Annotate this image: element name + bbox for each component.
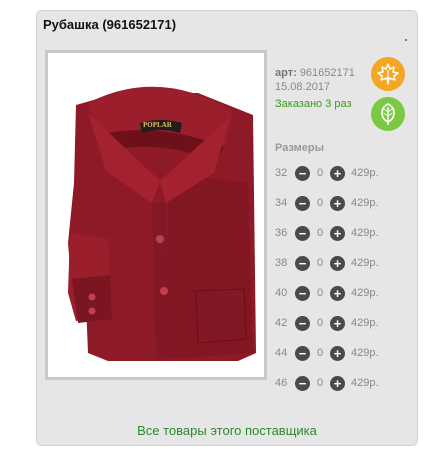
quantity-value: 0 <box>316 197 324 209</box>
size-row: 34 − 0 + 429р. <box>275 195 415 211</box>
sizes-heading: Размеры <box>275 142 325 154</box>
menu-dot <box>405 39 407 41</box>
size-price: 429р. <box>351 227 379 239</box>
minus-icon[interactable]: − <box>295 195 310 211</box>
minus-icon[interactable]: − <box>295 255 310 271</box>
product-title: Рубашка (961652171) <box>43 17 177 32</box>
shirt-image <box>68 86 256 361</box>
size-price: 429р. <box>351 347 379 359</box>
size-label: 46 <box>275 377 288 389</box>
plus-icon[interactable]: + <box>330 375 345 391</box>
product-card: Рубашка (961652171) POPLAR арт: 96165217… <box>36 10 418 446</box>
product-photo[interactable]: POPLAR <box>45 50 267 380</box>
size-price: 429р. <box>351 317 379 329</box>
article-number: арт: 961652171 <box>275 66 355 80</box>
size-price: 429р. <box>351 197 379 209</box>
size-label: 40 <box>275 287 288 299</box>
quantity-value: 0 <box>316 167 324 179</box>
product-info: арт: 961652171 15.08.2017 Заказано 3 раз <box>275 66 355 111</box>
minus-icon[interactable]: − <box>295 375 310 391</box>
supplier-products-link[interactable]: Все товары этого поставщика <box>37 423 417 438</box>
plus-icon[interactable]: + <box>330 345 345 361</box>
size-label: 36 <box>275 227 288 239</box>
size-label: 32 <box>275 167 288 179</box>
article-value: 961652171 <box>299 67 355 79</box>
size-label: 34 <box>275 197 288 209</box>
minus-icon[interactable]: − <box>295 345 310 361</box>
minus-icon[interactable]: − <box>295 225 310 241</box>
article-label: арт: <box>275 67 297 79</box>
size-row: 42 − 0 + 429р. <box>275 315 415 331</box>
plus-icon[interactable]: + <box>330 195 345 211</box>
minus-icon[interactable]: − <box>295 315 310 331</box>
quantity-value: 0 <box>316 227 324 239</box>
size-row: 40 − 0 + 429р. <box>275 285 415 301</box>
size-row: 32 − 0 + 429р. <box>275 165 415 181</box>
size-label: 42 <box>275 317 288 329</box>
product-date: 15.08.2017 <box>275 81 331 93</box>
quantity-value: 0 <box>316 347 324 359</box>
quantity-value: 0 <box>316 377 324 389</box>
minus-icon[interactable]: − <box>295 165 310 181</box>
quantity-value: 0 <box>316 317 324 329</box>
size-row: 36 − 0 + 429р. <box>275 225 415 241</box>
size-row: 38 − 0 + 429р. <box>275 255 415 271</box>
size-price: 429р. <box>351 287 379 299</box>
size-price: 429р. <box>351 257 379 269</box>
order-count: Заказано 3 раз <box>275 98 352 110</box>
quantity-value: 0 <box>316 287 324 299</box>
size-label: 44 <box>275 347 288 359</box>
leaf-icon <box>371 97 405 131</box>
plus-icon[interactable]: + <box>330 225 345 241</box>
quantity-value: 0 <box>316 257 324 269</box>
plus-icon[interactable]: + <box>330 285 345 301</box>
size-label: 38 <box>275 257 288 269</box>
plus-icon[interactable]: + <box>330 315 345 331</box>
size-row: 46 − 0 + 429р. <box>275 375 415 391</box>
size-price: 429р. <box>351 377 379 389</box>
size-row: 44 − 0 + 429р. <box>275 345 415 361</box>
plus-icon[interactable]: + <box>330 165 345 181</box>
minus-icon[interactable]: − <box>295 285 310 301</box>
maple-leaf-icon <box>371 57 405 91</box>
size-price: 429р. <box>351 167 379 179</box>
plus-icon[interactable]: + <box>330 255 345 271</box>
brand-label: POPLAR <box>143 121 172 129</box>
